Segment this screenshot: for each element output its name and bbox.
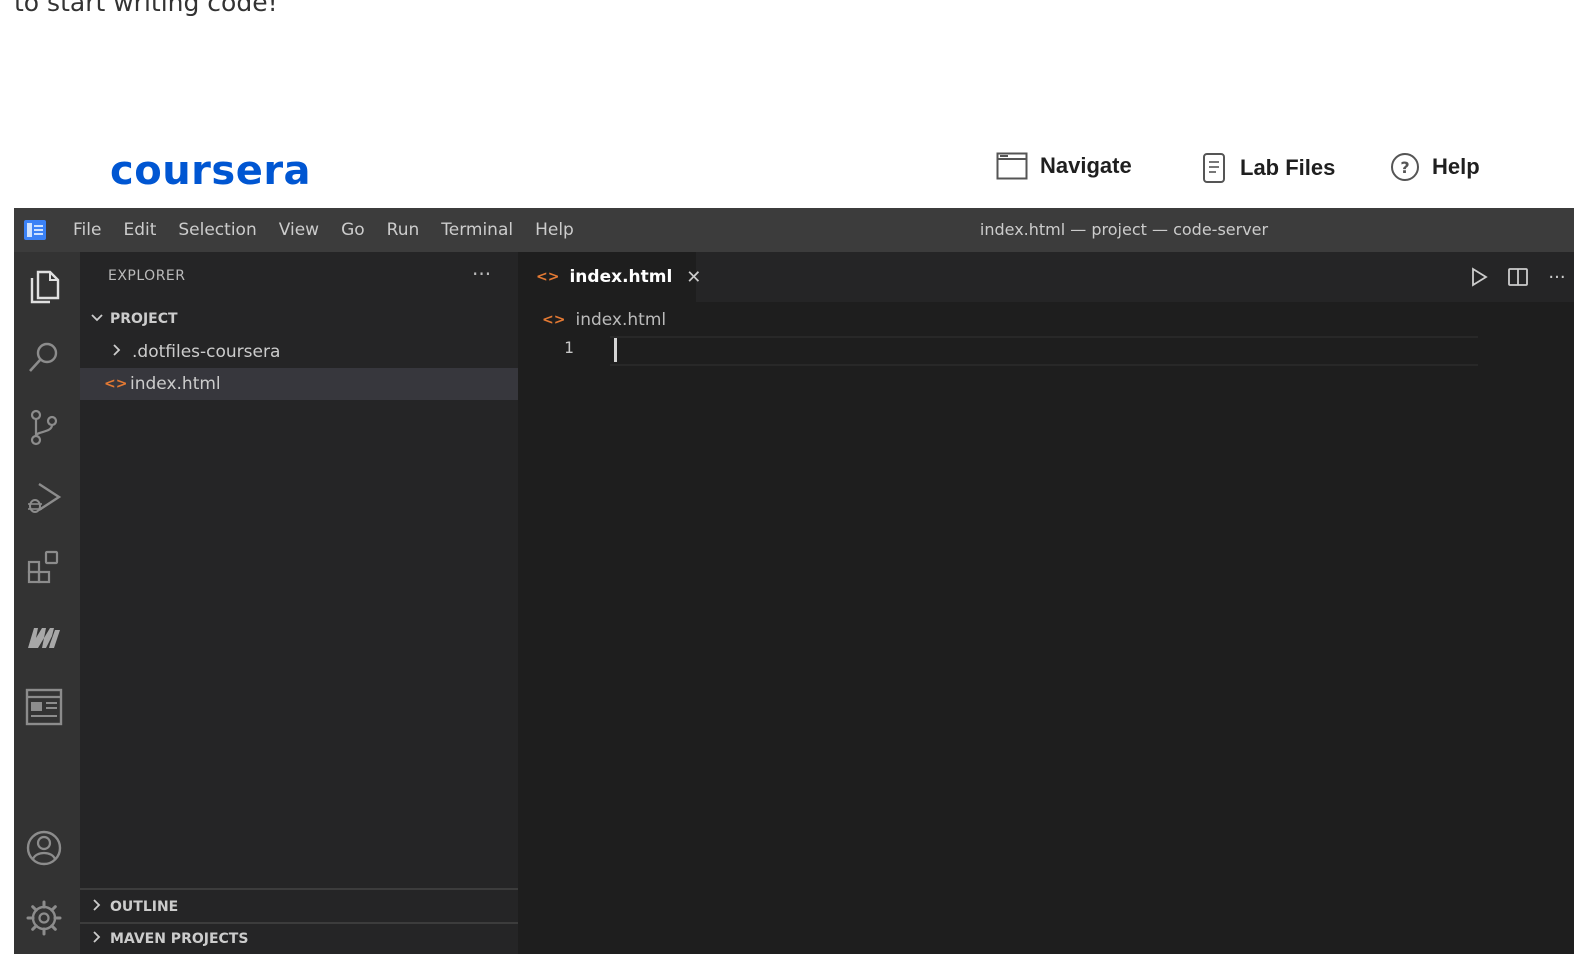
chevron-right-icon (80, 930, 110, 948)
line-number: 1 (564, 338, 574, 357)
project-section-label: PROJECT (110, 311, 178, 327)
more-actions-icon[interactable]: ··· (472, 262, 491, 286)
document-icon (1202, 152, 1228, 184)
menu-edit[interactable]: Edit (112, 220, 167, 240)
outline-section-header[interactable]: OUTLINE (80, 892, 518, 922)
html-file-icon: <> (536, 269, 560, 285)
help-label: Help (1432, 154, 1480, 179)
tree-item-index-html[interactable]: <> index.html (80, 368, 518, 400)
maven-icon[interactable] (23, 616, 65, 658)
lab-files-button[interactable]: Lab Files (1202, 152, 1335, 184)
lab-files-label: Lab Files (1240, 155, 1336, 180)
help-button[interactable]: ? Help (1390, 152, 1480, 182)
breadcrumb[interactable]: <> index.html (542, 306, 666, 334)
title-bar: File Edit Selection View Go Run Terminal… (14, 208, 1574, 252)
tree-item-dotfiles-coursera[interactable]: .dotfiles-coursera (80, 336, 518, 368)
menu-go[interactable]: Go (330, 220, 376, 240)
menu-run[interactable]: Run (376, 220, 431, 240)
tree-item-label: .dotfiles-coursera (132, 342, 281, 362)
intro-text: to start writing code! (14, 0, 278, 17)
maven-projects-section-header[interactable]: MAVEN PROJECTS (80, 924, 518, 954)
code-server-app-icon[interactable] (24, 220, 46, 240)
current-line-highlight[interactable] (610, 336, 1478, 366)
breadcrumb-file[interactable]: index.html (575, 310, 666, 330)
window-title: index.html — project — code-server (979, 220, 1269, 239)
editor-tab-bar: <> index.html ✕ ··· (518, 252, 1574, 302)
help-circle-icon: ? (1390, 152, 1420, 182)
menu-help[interactable]: Help (524, 220, 585, 240)
html-file-icon: <> (104, 376, 128, 392)
tree-item-label: index.html (130, 374, 221, 394)
run-file-icon[interactable] (1466, 264, 1492, 290)
menu-selection[interactable]: Selection (167, 220, 267, 240)
window-icon (996, 152, 1028, 180)
svg-text:?: ? (1400, 158, 1409, 177)
source-control-icon[interactable] (23, 406, 65, 448)
search-icon[interactable] (23, 336, 65, 378)
explorer-sidebar: EXPLORER ··· PROJECT .dotfiles-coursera … (80, 252, 518, 954)
chevron-right-icon (106, 343, 128, 361)
coursera-logo[interactable]: coursera (110, 148, 311, 194)
project-section-header[interactable]: PROJECT (80, 304, 518, 334)
run-debug-icon[interactable] (23, 476, 65, 518)
menu-bar: File Edit Selection View Go Run Terminal… (62, 208, 585, 252)
explorer-icon[interactable] (23, 266, 65, 308)
menu-file[interactable]: File (62, 220, 112, 240)
more-actions-icon[interactable]: ··· (1544, 264, 1570, 290)
chevron-right-icon (80, 898, 110, 916)
maven-projects-section-label: MAVEN PROJECTS (110, 931, 249, 947)
activity-bar (14, 252, 80, 954)
section-divider (80, 888, 518, 890)
navigate-label: Navigate (1040, 153, 1132, 178)
browser-preview-icon[interactable] (23, 686, 65, 728)
text-cursor (614, 338, 617, 362)
settings-gear-icon[interactable] (23, 897, 65, 939)
editor-area: <> index.html ✕ ··· <> index.html 1 (518, 252, 1574, 954)
account-icon[interactable] (23, 827, 65, 869)
outline-section-label: OUTLINE (110, 899, 179, 915)
coursera-header: coursera Navigate Lab Files ? Help (0, 130, 1574, 208)
code-server-window: File Edit Selection View Go Run Terminal… (14, 208, 1574, 954)
extensions-icon[interactable] (23, 546, 65, 588)
tab-index-html[interactable]: <> index.html ✕ (518, 252, 701, 302)
chevron-down-icon (80, 311, 110, 327)
navigate-button[interactable]: Navigate (996, 152, 1132, 180)
close-icon[interactable]: ✕ (686, 267, 701, 288)
menu-view[interactable]: View (268, 220, 330, 240)
explorer-title: EXPLORER (108, 268, 186, 284)
tab-label: index.html (569, 267, 673, 287)
menu-terminal[interactable]: Terminal (430, 220, 524, 240)
html-file-icon: <> (542, 312, 566, 328)
split-editor-icon[interactable] (1505, 264, 1531, 290)
